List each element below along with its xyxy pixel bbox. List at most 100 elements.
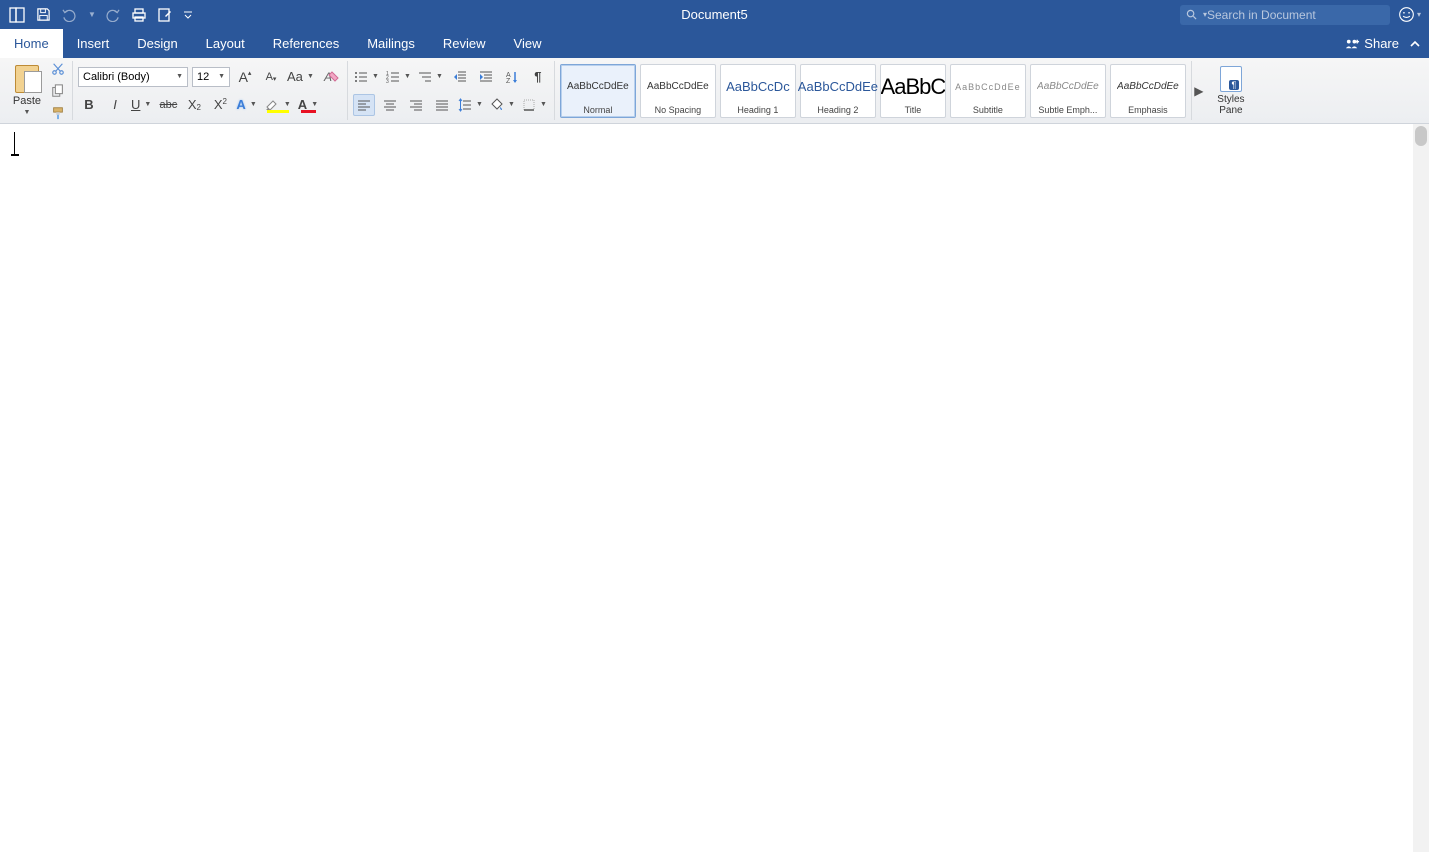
style-name: Heading 2 [803, 105, 873, 115]
search-icon [1186, 9, 1197, 20]
undo-icon[interactable] [60, 6, 78, 24]
align-center-icon[interactable] [379, 94, 401, 116]
style-preview: AaBbCcDc [726, 69, 790, 105]
style-tile-subtitle[interactable]: AaBbCcDdEeSubtitle [950, 64, 1026, 118]
grow-font-icon[interactable]: A▴ [234, 66, 256, 88]
paste-dropdown-icon[interactable]: ▼ [24, 109, 31, 116]
font-size-dropdown-icon[interactable]: ▼ [218, 73, 225, 80]
styles-pane-button[interactable]: StylesPane [1211, 66, 1251, 116]
style-name: Normal [563, 105, 633, 115]
italic-button[interactable]: I [104, 94, 126, 116]
edit-page-icon[interactable] [156, 6, 174, 24]
style-preview: AaBbCcDdEe [1117, 69, 1179, 105]
save-icon[interactable] [34, 6, 52, 24]
align-left-icon[interactable] [353, 94, 375, 116]
search-input[interactable] [1207, 8, 1384, 22]
svg-text:3: 3 [386, 79, 389, 84]
redo-icon[interactable] [104, 6, 122, 24]
font-name-dropdown-icon[interactable]: ▼ [176, 73, 183, 80]
bold-button[interactable]: B [78, 94, 100, 116]
format-painter-icon[interactable] [49, 104, 67, 122]
feedback-icon[interactable]: ▾ [1398, 6, 1421, 23]
ribbon-collapse-icon[interactable] [1409, 38, 1421, 50]
clear-formatting-icon[interactable]: A [320, 66, 342, 88]
share-icon [1345, 36, 1360, 51]
borders-icon[interactable]: ▼ [521, 94, 549, 116]
increase-indent-icon[interactable] [475, 66, 497, 88]
tab-layout[interactable]: Layout [192, 29, 259, 58]
document-area[interactable] [0, 124, 1429, 852]
styles-gallery-more-icon[interactable]: ▶ [1192, 61, 1206, 120]
scrollbar-thumb[interactable] [1415, 126, 1427, 146]
font-name-combo[interactable]: Calibri (Body) ▼ [78, 67, 188, 87]
style-name: No Spacing [643, 105, 713, 115]
style-name: Emphasis [1113, 105, 1183, 115]
style-preview: AaBbCcDdEe [647, 69, 709, 105]
subscript-button[interactable]: X2 [183, 94, 205, 116]
document-title: Document5 [681, 7, 747, 22]
style-name: Title [883, 105, 943, 115]
autosave-icon[interactable] [8, 6, 26, 24]
shading-icon[interactable]: ▼ [489, 94, 517, 116]
style-tile-normal[interactable]: AaBbCcDdEeNormal [560, 64, 636, 118]
superscript-button[interactable]: X2 [209, 94, 231, 116]
highlight-color-icon[interactable]: ▼ [263, 94, 293, 116]
quick-access-toolbar: ▼ [0, 6, 194, 24]
shrink-font-icon[interactable]: A▾ [260, 66, 282, 88]
styles-pane-label2: Pane [1219, 105, 1242, 116]
numbering-icon[interactable]: 123 ▼ [385, 66, 413, 88]
style-tile-heading-2[interactable]: AaBbCcDdEeHeading 2 [800, 64, 876, 118]
style-tile-no-spacing[interactable]: AaBbCcDdEeNo Spacing [640, 64, 716, 118]
ribbon-tabs: HomeInsertDesignLayoutReferencesMailings… [0, 29, 1429, 58]
print-icon[interactable] [130, 6, 148, 24]
undo-dropdown-icon[interactable]: ▼ [88, 10, 96, 19]
styles-group: AaBbCcDdEeNormalAaBbCcDdEeNo SpacingAaBb… [555, 61, 1192, 120]
copy-icon[interactable] [49, 82, 67, 100]
bullets-icon[interactable]: ▼ [353, 66, 381, 88]
sort-icon[interactable]: AZ [501, 66, 523, 88]
style-name: Subtle Emph... [1033, 105, 1103, 115]
font-group: Calibri (Body) ▼ 12 ▼ A▴ A▾ Aa▼ A B I U▼… [73, 61, 348, 120]
style-preview: AaBbCcDdEe [798, 69, 878, 105]
cut-icon[interactable] [49, 60, 67, 78]
svg-text:Z: Z [506, 78, 511, 84]
strikethrough-button[interactable]: abc [157, 94, 179, 116]
style-tile-subtle-emph-[interactable]: AaBbCcDdEeSubtle Emph... [1030, 64, 1106, 118]
tab-references[interactable]: References [259, 29, 353, 58]
tab-view[interactable]: View [500, 29, 556, 58]
styles-pane-group: StylesPane [1206, 61, 1256, 120]
decrease-indent-icon[interactable] [449, 66, 471, 88]
tab-mailings[interactable]: Mailings [353, 29, 429, 58]
paste-icon [15, 65, 39, 93]
style-tile-emphasis[interactable]: AaBbCcDdEeEmphasis [1110, 64, 1186, 118]
font-size-combo[interactable]: 12 ▼ [192, 67, 230, 87]
share-label: Share [1364, 36, 1399, 51]
tab-insert[interactable]: Insert [63, 29, 124, 58]
tab-design[interactable]: Design [123, 29, 191, 58]
share-button[interactable]: Share [1345, 36, 1399, 51]
style-preview: AaBbCcDdEe [567, 69, 629, 105]
change-case-icon[interactable]: Aa▼ [286, 66, 316, 88]
paragraph-group: ▼ 123 ▼ ▼ AZ ¶ [348, 61, 555, 120]
font-color-icon[interactable]: A ▼ [297, 94, 320, 116]
text-effects-icon[interactable]: A▼ [235, 94, 258, 116]
line-spacing-icon[interactable]: ▼ [457, 94, 485, 116]
style-tile-heading-1[interactable]: AaBbCcDcHeading 1 [720, 64, 796, 118]
search-box[interactable]: ▾ [1180, 5, 1390, 25]
show-marks-icon[interactable]: ¶ [527, 66, 549, 88]
multilevel-list-icon[interactable]: ▼ [417, 66, 445, 88]
align-right-icon[interactable] [405, 94, 427, 116]
paste-button[interactable]: Paste ▼ [9, 65, 45, 116]
font-size-value: 12 [197, 71, 209, 83]
paste-label: Paste [13, 95, 41, 107]
tab-home[interactable]: Home [0, 29, 63, 58]
style-preview: AaBbCcDdEe [1037, 69, 1099, 105]
style-name: Heading 1 [723, 105, 793, 115]
vertical-scrollbar[interactable] [1413, 124, 1429, 852]
style-tile-title[interactable]: AaBbCTitle [880, 64, 946, 118]
underline-button[interactable]: U▼ [130, 94, 153, 116]
text-cursor [14, 132, 15, 154]
qat-customize-icon[interactable] [182, 6, 194, 24]
justify-icon[interactable] [431, 94, 453, 116]
tab-review[interactable]: Review [429, 29, 500, 58]
